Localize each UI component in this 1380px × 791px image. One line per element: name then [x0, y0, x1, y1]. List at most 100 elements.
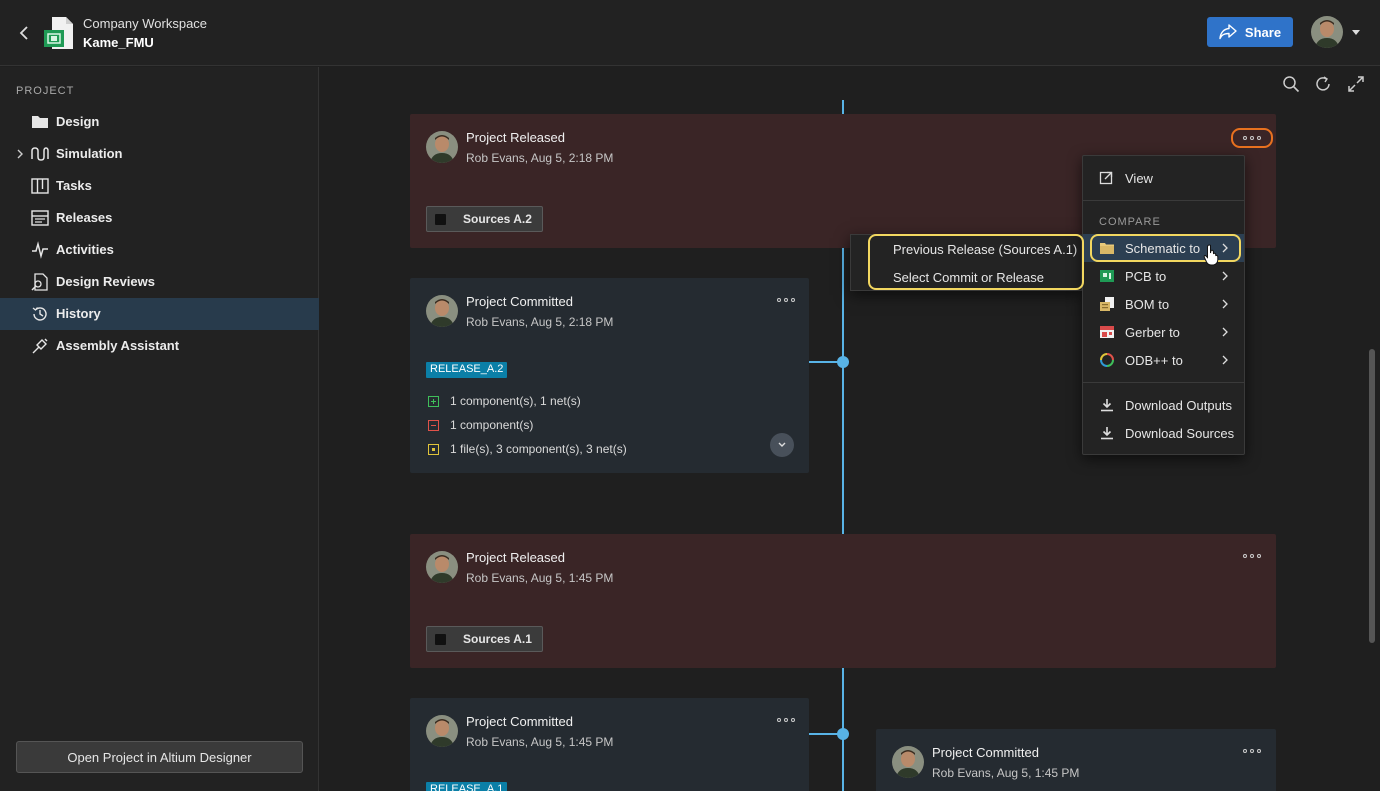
menu-divider	[1083, 382, 1244, 383]
schematic-icon	[1100, 243, 1114, 254]
sidebar-item-design-reviews[interactable]: Design Reviews	[0, 266, 319, 298]
sources-tag[interactable]: Sources A.2	[426, 206, 543, 232]
menu-item-label: ODB++ to	[1125, 353, 1183, 368]
sources-label: Sources A.1	[463, 632, 532, 646]
sidebar-item-tasks[interactable]: Tasks	[0, 170, 319, 202]
more-options-button[interactable]	[1231, 128, 1273, 148]
card-title: Project Committed	[466, 294, 573, 309]
menu-item-bom-to[interactable]: BOM to	[1083, 290, 1244, 318]
sidebar-item-design[interactable]: Design	[0, 106, 319, 138]
chevron-down-icon	[778, 442, 786, 447]
sidebar-item-assembly-assistant[interactable]: Assembly Assistant	[0, 330, 319, 362]
sidebar-item-activities[interactable]: Activities	[0, 234, 319, 266]
hand-cursor-icon	[1203, 244, 1219, 266]
download-icon	[1101, 399, 1113, 412]
download-icon	[1101, 427, 1113, 440]
gerber-icon	[1100, 326, 1114, 338]
expand-changes-button[interactable]	[770, 433, 794, 457]
avatar	[426, 131, 458, 163]
sidebar: PROJECT Design Simulation Tasks Releases…	[0, 67, 319, 791]
card-title: Project Committed	[932, 745, 1039, 760]
open-in-altium-button[interactable]: Open Project in Altium Designer	[16, 741, 303, 773]
minus-box-icon	[428, 419, 439, 431]
chevron-right-icon	[1222, 299, 1228, 309]
more-options-button[interactable]	[1240, 743, 1264, 759]
back-arrow-icon[interactable]	[14, 22, 34, 44]
compare-submenu: Previous Release (Sources A.1) Select Co…	[850, 234, 1082, 291]
activity-icon	[32, 241, 48, 259]
external-link-icon	[1099, 171, 1113, 185]
options-menu: View COMPARE Schematic to PCB to BOM to …	[1082, 155, 1245, 455]
avatar	[426, 295, 458, 327]
more-options-button[interactable]	[774, 712, 798, 728]
change-text: 1 component(s), 1 net(s)	[450, 394, 581, 408]
menu-divider	[1083, 200, 1244, 201]
menu-item-view[interactable]: View	[1083, 164, 1244, 192]
menu-item-label: Download Sources	[1125, 426, 1235, 441]
expand-icon[interactable]	[1347, 75, 1365, 93]
history-card-commit: Project Committed Rob Evans, Aug 5, 1:45…	[876, 729, 1276, 791]
sidebar-heading: PROJECT	[16, 85, 75, 97]
submenu-previous-release[interactable]: Previous Release (Sources A.1)	[893, 242, 1077, 257]
sidebar-item-label: Design Reviews	[56, 274, 155, 289]
menu-item-label: Download Outputs	[1125, 398, 1232, 413]
timeline-dot	[837, 728, 849, 740]
menu-item-label: View	[1125, 171, 1153, 186]
avatar	[426, 715, 458, 747]
user-avatar[interactable]	[1311, 16, 1343, 48]
release-tag[interactable]: RELEASE_A.2	[426, 362, 508, 378]
release-tag[interactable]: RELEASE_A.1	[426, 782, 508, 791]
submenu-select-commit[interactable]: Select Commit or Release	[893, 270, 1044, 285]
sidebar-item-releases[interactable]: Releases	[0, 202, 319, 234]
more-options-button[interactable]	[774, 292, 798, 308]
project-file-icon	[44, 17, 73, 49]
search-icon[interactable]	[1282, 75, 1300, 93]
menu-item-label: Schematic to	[1125, 241, 1201, 256]
sources-label: Sources A.2	[463, 212, 532, 226]
card-meta: Rob Evans, Aug 5, 1:45 PM	[466, 571, 614, 585]
sidebar-item-label: History	[56, 306, 101, 321]
sources-icon	[435, 213, 446, 225]
refresh-icon[interactable]	[1314, 75, 1332, 93]
avatar	[426, 551, 458, 583]
chevron-down-icon[interactable]	[1351, 28, 1361, 36]
sidebar-item-label: Activities	[56, 242, 114, 257]
more-options-button[interactable]	[1240, 548, 1264, 564]
sidebar-item-label: Simulation	[56, 146, 123, 161]
share-button[interactable]: Share	[1207, 17, 1293, 47]
review-icon	[31, 273, 48, 291]
folder-icon	[32, 116, 48, 128]
sidebar-item-history[interactable]: History	[0, 298, 319, 330]
scrollbar-thumb[interactable]	[1369, 349, 1375, 643]
chevron-right-icon	[1222, 271, 1228, 281]
sidebar-item-simulation[interactable]: Simulation	[0, 138, 319, 170]
menu-item-schematic-to[interactable]: Schematic to	[1083, 234, 1244, 262]
share-icon	[1219, 24, 1237, 40]
workspace-name: Company Workspace	[83, 16, 208, 31]
sidebar-item-label: Releases	[56, 210, 113, 225]
menu-item-gerber-to[interactable]: Gerber to	[1083, 318, 1244, 346]
bom-icon	[1100, 297, 1114, 311]
share-label: Share	[1244, 24, 1282, 40]
menu-item-download-sources[interactable]: Download Sources	[1083, 419, 1244, 447]
history-card-commit: Project Committed Rob Evans, Aug 5, 2:18…	[410, 278, 809, 473]
change-text: 1 file(s), 3 component(s), 3 net(s)	[450, 442, 627, 456]
timeline-dot	[837, 356, 849, 368]
menu-item-download-outputs[interactable]: Download Outputs	[1083, 391, 1244, 419]
odb-icon	[1100, 353, 1114, 367]
change-removed: 1 component(s)	[428, 418, 533, 432]
card-title: Project Released	[466, 130, 565, 145]
chevron-right-icon[interactable]	[15, 148, 25, 160]
assembly-icon	[32, 338, 48, 354]
card-meta: Rob Evans, Aug 5, 1:45 PM	[466, 735, 614, 749]
menu-item-odb-to[interactable]: ODB++ to	[1083, 346, 1244, 374]
plus-box-icon	[428, 395, 439, 407]
kanban-icon	[31, 178, 49, 194]
change-modified: 1 file(s), 3 component(s), 3 net(s)	[428, 442, 627, 456]
menu-item-pcb-to[interactable]: PCB to	[1083, 262, 1244, 290]
history-card-commit: Project Committed Rob Evans, Aug 5, 1:45…	[410, 698, 809, 791]
sources-tag[interactable]: Sources A.1	[426, 626, 543, 652]
app-root: Company Workspace Kame_FMU Share PROJECT	[0, 0, 1380, 791]
waveform-icon	[31, 147, 49, 161]
card-title: Project Committed	[466, 714, 573, 729]
